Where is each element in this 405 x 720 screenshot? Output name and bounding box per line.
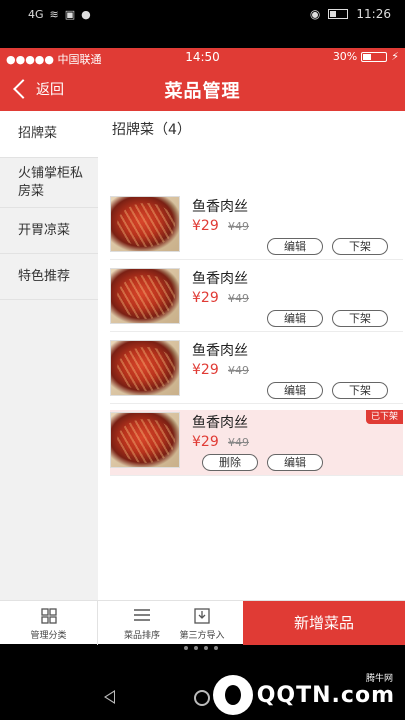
take-down-button[interactable]: 下架	[332, 238, 388, 255]
page-title: 菜品管理	[164, 81, 241, 102]
dish-image	[110, 268, 180, 324]
list-icon	[134, 609, 150, 621]
wifi-icon: ≋	[49, 8, 59, 21]
dish-original-price: ¥49	[228, 436, 249, 449]
dish-name: 鱼香肉丝	[192, 199, 248, 215]
delete-button[interactable]: 删除	[202, 454, 258, 471]
bottom-toolbar: 管理分类 菜品排序 第三方导入 新增菜品	[0, 600, 405, 645]
edit-button[interactable]: 编辑	[267, 382, 323, 399]
sidebar-item-label: 特色推荐	[18, 269, 71, 284]
delisted-badge: 已下架	[365, 410, 403, 424]
battery-percent: 30%	[332, 50, 358, 63]
app-frame: ●●●●● 中国联通 14:50 30% ⚡ 返回 菜品管理 招牌菜 火铺掌柜私…	[0, 48, 405, 645]
edit-button[interactable]: 编辑	[267, 454, 323, 471]
eye-icon: ◉	[309, 7, 321, 21]
page-indicator	[184, 646, 218, 650]
dish-original-price: ¥49	[228, 292, 249, 305]
import-icon	[194, 608, 210, 624]
third-party-import-button[interactable]: 第三方导入	[172, 601, 232, 645]
dish-item: 鱼香肉丝 ¥29 ¥49 编辑 下架	[110, 338, 403, 404]
sort-dishes-label: 菜品排序	[123, 631, 160, 641]
dish-item-delisted: 鱼香肉丝 ¥29 ¥49 已下架 删除 编辑	[110, 410, 403, 476]
edit-button[interactable]: 编辑	[267, 238, 323, 255]
sidebar-item-cold-dishes[interactable]: 开胃凉菜	[0, 208, 98, 254]
dish-price: ¥29	[192, 434, 219, 450]
take-down-button[interactable]: 下架	[332, 310, 388, 327]
signal-icon: 4G	[28, 8, 44, 21]
watermark: QQTN.com 腾牛网	[212, 674, 395, 715]
manage-category-label: 管理分类	[30, 631, 67, 641]
notification-icon: ▣	[64, 8, 76, 21]
dish-price: ¥29	[192, 290, 219, 306]
dish-price: ¥29	[192, 362, 219, 378]
sidebar-item-featured[interactable]: 特色推荐	[0, 254, 98, 300]
dish-name: 鱼香肉丝	[192, 343, 248, 359]
dish-original-price: ¥49	[228, 364, 249, 377]
dish-list-panel: 招牌菜（4） 鱼香肉丝 ¥29 ¥49 编辑 下架 鱼香肉丝 ¥29 ¥49 编…	[98, 111, 405, 600]
watermark-logo-icon	[212, 675, 253, 715]
nav-back-icon[interactable]	[104, 690, 115, 704]
system-status-right: ◉ 11:26	[310, 7, 391, 21]
header: 返回 菜品管理	[0, 66, 405, 111]
dish-price: ¥29	[192, 218, 219, 234]
ios-status-bar: ●●●●● 中国联通 14:50 30% ⚡	[0, 48, 405, 66]
add-dish-button[interactable]: 新增菜品	[243, 601, 405, 645]
dish-image	[110, 340, 180, 396]
dish-item: 鱼香肉丝 ¥29 ¥49 编辑 下架	[110, 194, 403, 260]
edit-button[interactable]: 编辑	[267, 310, 323, 327]
ios-battery-icon	[361, 51, 388, 62]
system-time: 11:26	[356, 7, 391, 21]
dish-item: 鱼香肉丝 ¥29 ¥49 编辑 下架	[110, 266, 403, 332]
take-down-button[interactable]: 下架	[332, 382, 388, 399]
message-icon: ●	[81, 8, 91, 21]
dish-image	[110, 196, 180, 252]
dish-image	[110, 412, 180, 468]
sidebar-item-label: 开胃凉菜	[18, 223, 71, 238]
watermark-site: 腾牛网	[365, 674, 393, 684]
dish-name: 鱼香肉丝	[192, 271, 248, 287]
sidebar-item-private-dishes[interactable]: 火铺掌柜私房菜	[0, 158, 98, 208]
dish-name: 鱼香肉丝	[192, 415, 248, 431]
divider	[97, 601, 98, 645]
section-title: 招牌菜（4）	[112, 122, 191, 138]
charging-icon: ⚡	[391, 50, 399, 63]
manage-category-button[interactable]: 管理分类	[0, 601, 97, 645]
system-status-icons: 4G ≋ ▣ ●	[28, 8, 91, 21]
dish-original-price: ¥49	[228, 220, 249, 233]
grid-icon	[40, 608, 57, 624]
nav-home-icon[interactable]	[194, 690, 210, 706]
system-status-bar: 4G ≋ ▣ ● ◉ 11:26	[0, 0, 405, 30]
sidebar-item-signature[interactable]: 招牌菜	[0, 111, 98, 158]
ios-battery-group: 30% ⚡	[333, 50, 399, 63]
sidebar-item-label: 火铺掌柜私房菜	[18, 166, 84, 199]
third-party-import-label: 第三方导入	[179, 631, 225, 641]
battery-icon	[328, 9, 349, 19]
watermark-text: QQTN.com	[256, 682, 395, 708]
category-sidebar: 招牌菜 火铺掌柜私房菜 开胃凉菜 特色推荐	[0, 111, 98, 600]
sort-dishes-button[interactable]: 菜品排序	[112, 601, 172, 645]
sidebar-item-label: 招牌菜	[18, 126, 58, 141]
